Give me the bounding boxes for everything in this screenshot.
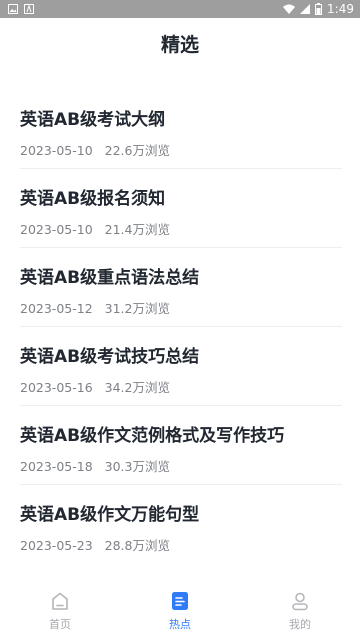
article-date: 2023-05-10 bbox=[20, 143, 93, 158]
article-views: 31.2万浏览 bbox=[104, 301, 170, 316]
article-views: 28.8万浏览 bbox=[104, 538, 170, 553]
signal-icon bbox=[300, 4, 311, 14]
article-date: 2023-05-18 bbox=[20, 459, 93, 474]
article-meta: 2023-05-18 30.3万浏览 bbox=[20, 456, 170, 475]
article-views: 30.3万浏览 bbox=[104, 459, 170, 474]
article-title: 英语AB级作文范例格式及写作技巧 bbox=[20, 426, 285, 446]
article-title: 英语AB级重点语法总结 bbox=[20, 268, 200, 288]
article-title: 英语AB级报名须知 bbox=[20, 189, 166, 209]
article-meta: 2023-05-23 28.8万浏览 bbox=[20, 535, 170, 554]
wifi-icon bbox=[283, 4, 296, 14]
article-views: 34.2万浏览 bbox=[104, 380, 170, 395]
article-views: 21.4万浏览 bbox=[104, 222, 170, 237]
app-icon bbox=[24, 4, 34, 14]
tab-mine-label: 我的 bbox=[289, 618, 311, 631]
status-time: 1:49 bbox=[327, 2, 354, 16]
tab-home[interactable]: 首页 bbox=[0, 580, 120, 640]
list-item[interactable]: 英语AB级重点语法总结 2023-05-12 31.2万浏览 bbox=[20, 248, 342, 327]
tab-hot[interactable]: 热点 bbox=[120, 580, 240, 640]
status-bar: 1:49 bbox=[0, 0, 360, 18]
tab-hot-label: 热点 bbox=[169, 618, 191, 631]
bottom-tab-bar: 首页 热点 我的 bbox=[0, 580, 360, 640]
person-icon bbox=[292, 592, 308, 611]
article-list: 英语AB级考试大纲 2023-05-10 22.6万浏览 英语AB级报名须知 20… bbox=[20, 90, 342, 564]
list-item[interactable]: 英语AB级作文万能句型 2023-05-23 28.8万浏览 bbox=[20, 485, 342, 564]
tab-mine[interactable]: 我的 bbox=[240, 580, 360, 640]
article-meta: 2023-05-12 31.2万浏览 bbox=[20, 298, 170, 317]
list-item[interactable]: 英语AB级考试技巧总结 2023-05-16 34.2万浏览 bbox=[20, 327, 342, 406]
article-meta: 2023-05-10 22.6万浏览 bbox=[20, 140, 170, 159]
list-item[interactable]: 英语AB级报名须知 2023-05-10 21.4万浏览 bbox=[20, 169, 342, 248]
document-icon bbox=[172, 592, 188, 610]
article-views: 22.6万浏览 bbox=[104, 143, 170, 158]
article-date: 2023-05-12 bbox=[20, 301, 93, 316]
article-date: 2023-05-10 bbox=[20, 222, 93, 237]
tab-home-label: 首页 bbox=[49, 618, 71, 631]
article-meta: 2023-05-10 21.4万浏览 bbox=[20, 219, 170, 238]
battery-icon bbox=[315, 3, 323, 15]
list-item[interactable]: 英语AB级作文范例格式及写作技巧 2023-05-18 30.3万浏览 bbox=[20, 406, 342, 485]
article-title: 英语AB级考试技巧总结 bbox=[20, 347, 200, 367]
article-date: 2023-05-23 bbox=[20, 538, 93, 553]
article-date: 2023-05-16 bbox=[20, 380, 93, 395]
image-icon bbox=[8, 4, 18, 14]
article-meta: 2023-05-16 34.2万浏览 bbox=[20, 377, 170, 396]
article-title: 英语AB级考试大纲 bbox=[20, 110, 166, 130]
list-item[interactable]: 英语AB级考试大纲 2023-05-10 22.6万浏览 bbox=[20, 90, 342, 169]
article-title: 英语AB级作文万能句型 bbox=[20, 505, 200, 525]
page-title: 精选 bbox=[160, 34, 199, 56]
home-icon bbox=[52, 592, 68, 610]
